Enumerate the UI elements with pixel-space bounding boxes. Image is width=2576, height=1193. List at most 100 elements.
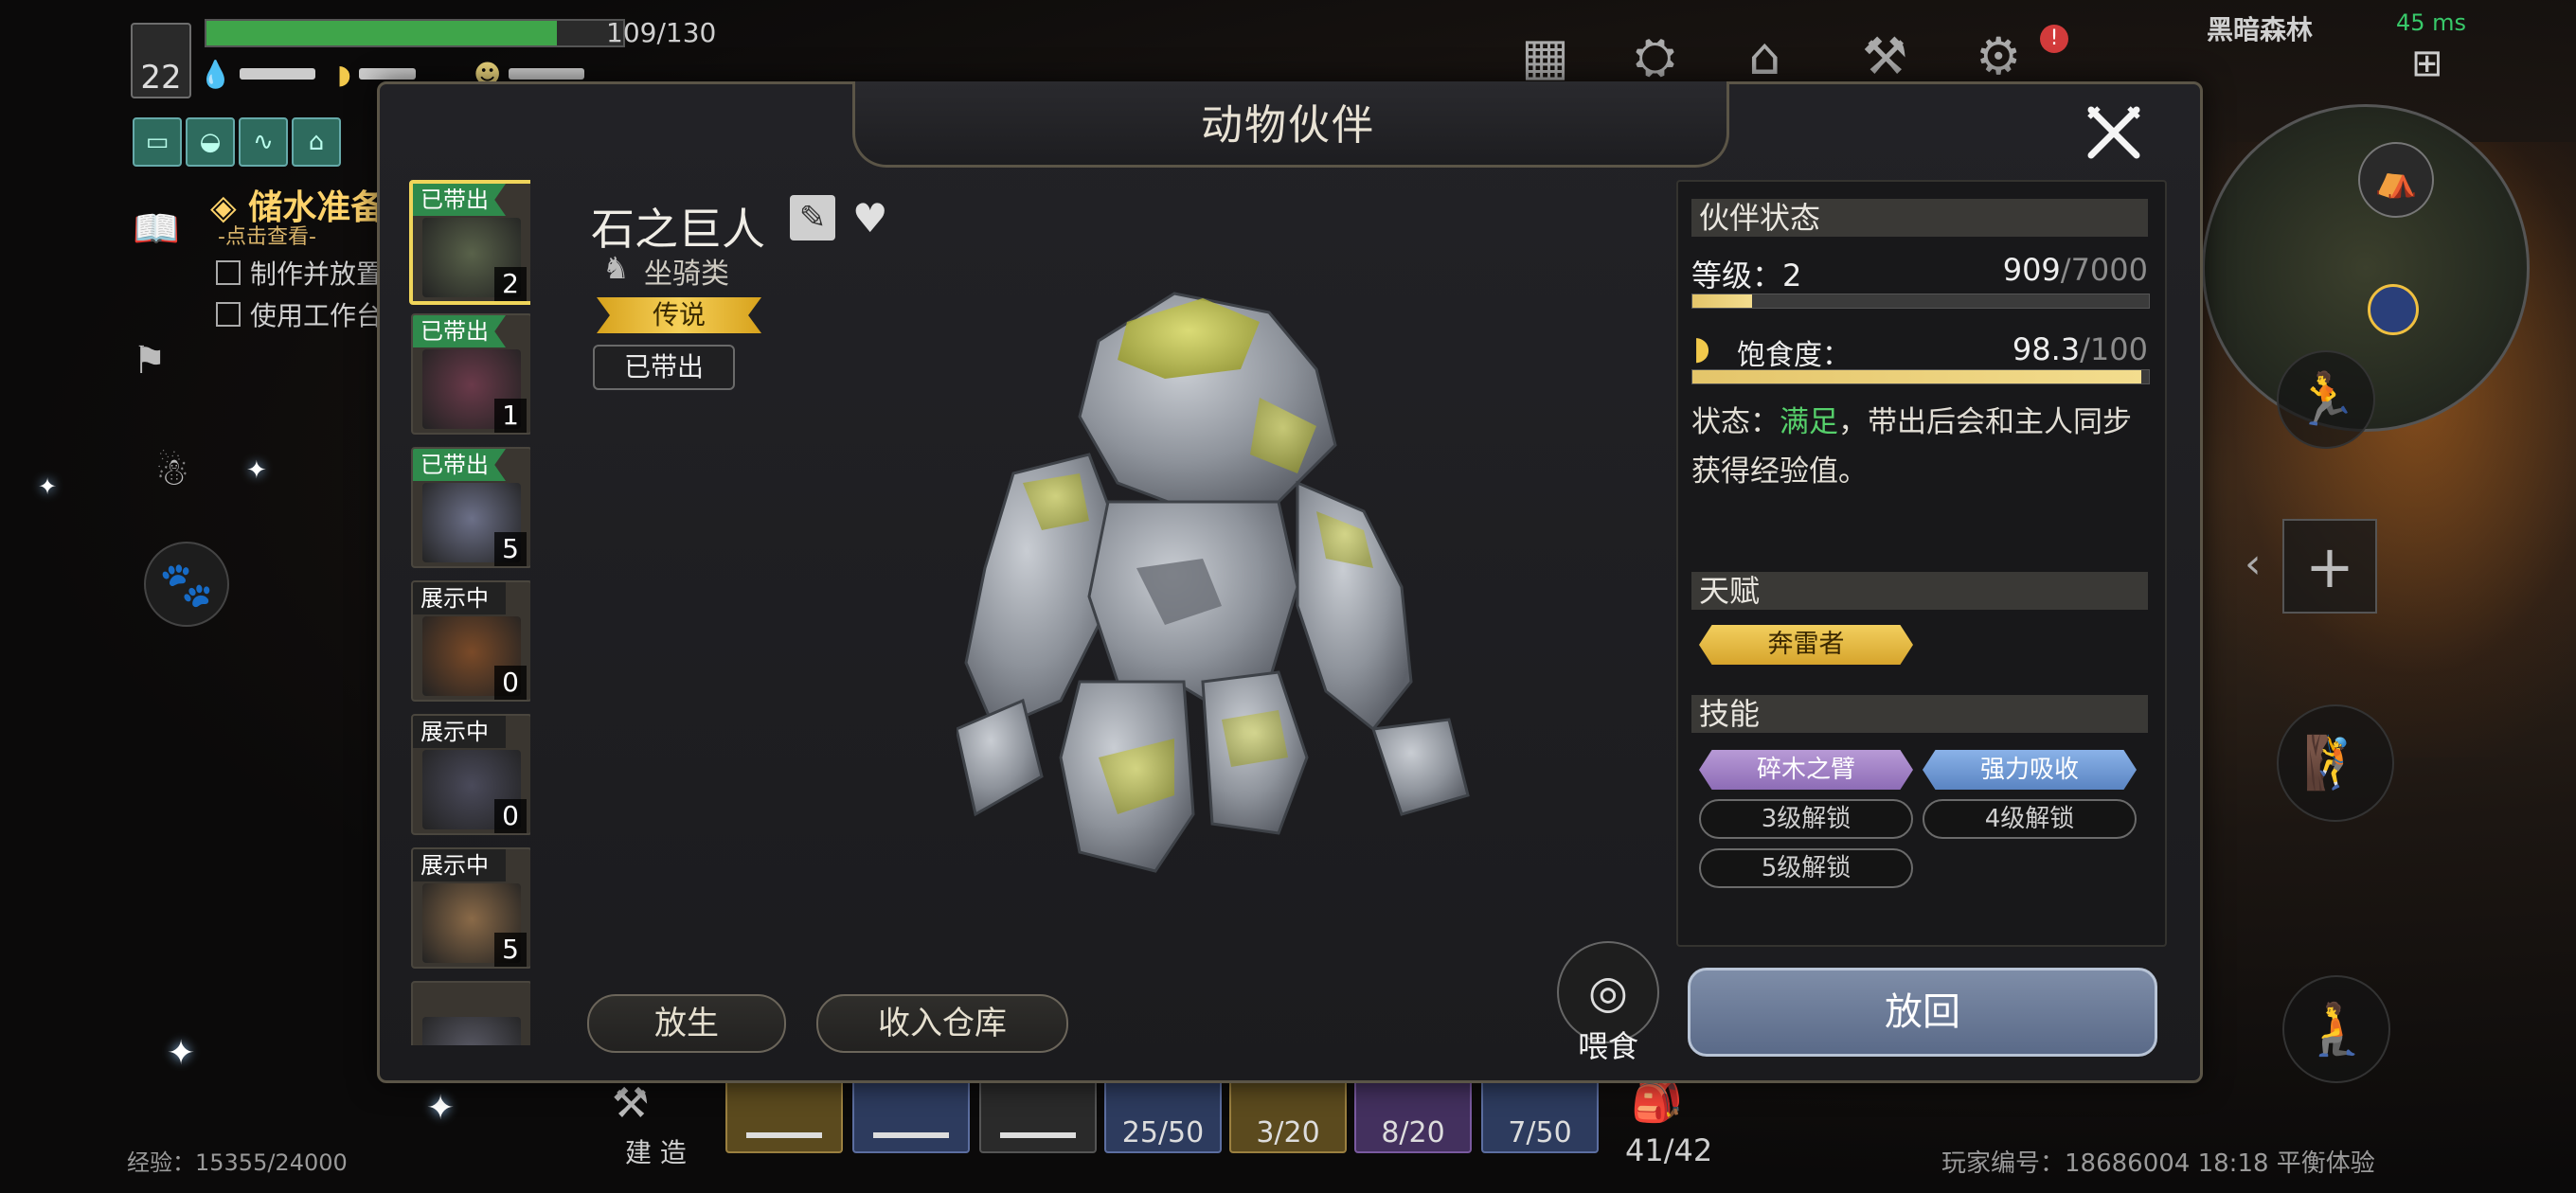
sparkle-icon: ✦	[38, 473, 58, 500]
hotbar-slot[interactable]: 7/50	[1481, 1079, 1599, 1153]
slot-count: 7/50	[1508, 1116, 1572, 1149]
status-description: 状态：满足，带出后会和主人同步获得经验值。	[1691, 398, 2148, 496]
quest-item[interactable]: 使用工作台	[216, 295, 383, 333]
crossed-swords-close-icon	[2087, 106, 2140, 159]
favorite-heart-icon[interactable]: ♥	[852, 195, 888, 241]
buff-house-icon[interactable]: ⌂	[292, 117, 341, 167]
water-drop-icon: 💧	[199, 58, 232, 90]
settings-gear-icon[interactable]: ⚙	[1976, 27, 2021, 86]
pet-status-tag: 已带出	[413, 449, 506, 481]
crouch-icon[interactable]: 🧎	[2282, 975, 2390, 1083]
build-label[interactable]: 建 造	[625, 1132, 687, 1170]
buff-bed-icon[interactable]: ▭	[133, 117, 182, 167]
exp-text: 经验：15355/24000	[127, 1149, 348, 1176]
paw-icon[interactable]: 🐾	[144, 542, 229, 627]
pet-card[interactable]: 已带出 5	[411, 447, 530, 568]
stone-golem-model[interactable]	[957, 284, 1487, 890]
task-board-icon[interactable]: ▦	[1521, 27, 1569, 86]
quest-book-icon[interactable]: 📖	[133, 206, 180, 251]
craft-icon[interactable]: ⚒	[1862, 27, 1907, 86]
store-button[interactable]: 收入仓库	[816, 994, 1068, 1053]
quest-item[interactable]: 制作并放置	[216, 254, 383, 292]
pet-count: 1	[494, 399, 527, 433]
pet-card[interactable]: 展示中 0	[411, 714, 530, 835]
quest-item-text: 使用工作台	[250, 300, 384, 331]
pet-name: 石之巨人	[591, 204, 765, 255]
slot-count: 25/50	[1121, 1116, 1205, 1149]
hotbar-slot[interactable]: 3/20	[1229, 1079, 1347, 1153]
dialog-title: 动物伙伴	[1201, 101, 1375, 150]
status-value: 满足	[1780, 405, 1838, 439]
hotbar-slot[interactable]: 8/20	[1354, 1079, 1472, 1153]
camp-icon[interactable]: ⛺	[2358, 142, 2434, 218]
flag-icon[interactable]: ⚑	[133, 339, 167, 383]
pet-card[interactable]: 已带出 2	[409, 180, 530, 305]
ping-text: 45 ms	[2396, 9, 2467, 36]
sparkle-icon: ✦	[426, 1089, 456, 1128]
skill-chip[interactable]: 强力吸收	[1923, 750, 2137, 790]
sprint-icon[interactable]: 🏃	[2277, 350, 2375, 449]
pet-card[interactable]: 已带出 1	[411, 313, 530, 435]
pet-card[interactable]: 展示中 0	[411, 580, 530, 702]
player-avatar[interactable]: 22	[131, 23, 191, 98]
release-button[interactable]: 放生	[587, 994, 786, 1053]
hunger-value: 98.3/100	[1951, 331, 2148, 367]
quest-checkbox[interactable]	[216, 302, 241, 327]
quest-checkbox[interactable]	[216, 260, 241, 285]
skill-locked-slot[interactable]: 4级解锁	[1923, 799, 2137, 839]
quest-item-text: 制作并放置	[250, 258, 384, 290]
house-icon[interactable]: ⌂	[1748, 27, 1780, 86]
slot-count: 3/20	[1256, 1116, 1320, 1149]
skill-locked-slot[interactable]: 3级解锁	[1699, 799, 1913, 839]
jump-icon[interactable]: 🧗	[2277, 704, 2394, 822]
edit-name-icon[interactable]: ✎	[790, 195, 835, 240]
quest-hint[interactable]: -点击查看-	[218, 220, 316, 250]
bag-count: 41/42	[1625, 1132, 1713, 1168]
buff-boat-icon[interactable]: ◒	[186, 117, 235, 167]
compass-icon[interactable]	[2368, 284, 2419, 335]
hotbar-slot[interactable]	[725, 1079, 843, 1153]
hunger-label: 饱食度：	[1737, 339, 1851, 372]
hotbar-slot[interactable]	[979, 1079, 1097, 1153]
close-button[interactable]	[2080, 98, 2148, 167]
status-section-title: 伙伴状态	[1691, 199, 2148, 237]
status-prefix: 状态：	[1691, 405, 1780, 439]
pet-count: 5	[494, 532, 527, 566]
skill-section-title: 技能	[1691, 695, 2148, 733]
sparkle-icon: ✦	[246, 456, 267, 485]
buff-horn-icon[interactable]: ∿	[239, 117, 288, 167]
return-button[interactable]: 放回	[1688, 968, 2157, 1057]
water-indicator: 💧	[199, 58, 315, 90]
plus-icon[interactable]: +	[2282, 519, 2377, 614]
hp-text: 109/130	[606, 17, 717, 48]
chevron-left-icon[interactable]: ‹	[2245, 540, 2262, 588]
pet-count: 5	[494, 933, 527, 967]
grid-menu-icon[interactable]: ⊞	[2411, 42, 2443, 85]
feed-label: 喂食	[1578, 1028, 1639, 1064]
pet-card[interactable]	[411, 981, 530, 1045]
pet-status-tag: 展示中	[413, 849, 506, 881]
skill-chip[interactable]: 碎木之臂	[1699, 750, 1913, 790]
pet-status-tag: 已带出	[413, 315, 506, 347]
player-level: 22	[140, 59, 182, 97]
out-status-badge: 已带出	[593, 345, 735, 390]
skill-locked-slot[interactable]: 5级解锁	[1699, 848, 1913, 888]
slot-count: 8/20	[1381, 1116, 1445, 1149]
exp-bar	[1691, 294, 2150, 309]
talent-chip[interactable]: 奔雷者	[1699, 625, 1913, 665]
pet-card[interactable]: 展示中 5	[411, 847, 530, 969]
guild-emblem-icon[interactable]: ⛭	[1635, 27, 1675, 87]
exp-value: 909/7000	[1951, 252, 2148, 288]
pet-count: 0	[494, 799, 527, 833]
hammer-icon[interactable]: ⚒	[612, 1079, 649, 1128]
pet-list[interactable]: 已带出 2 已带出 1 已带出 5 展示中 0 展示中 0 展示中 5	[407, 180, 530, 1045]
mount-type-icon: ♞	[602, 250, 630, 286]
level-label: 等级：2	[1691, 258, 1802, 294]
hotbar-slot[interactable]	[852, 1079, 970, 1153]
exp-current: 909	[2002, 252, 2061, 288]
hotbar-slot[interactable]: 25/50	[1104, 1079, 1222, 1153]
character-icon[interactable]: ☃	[155, 451, 189, 494]
rarity-badge: 传说	[597, 297, 761, 333]
pet-status-tag: 展示中	[413, 716, 506, 748]
pet-status-tag: 展示中	[413, 582, 506, 614]
